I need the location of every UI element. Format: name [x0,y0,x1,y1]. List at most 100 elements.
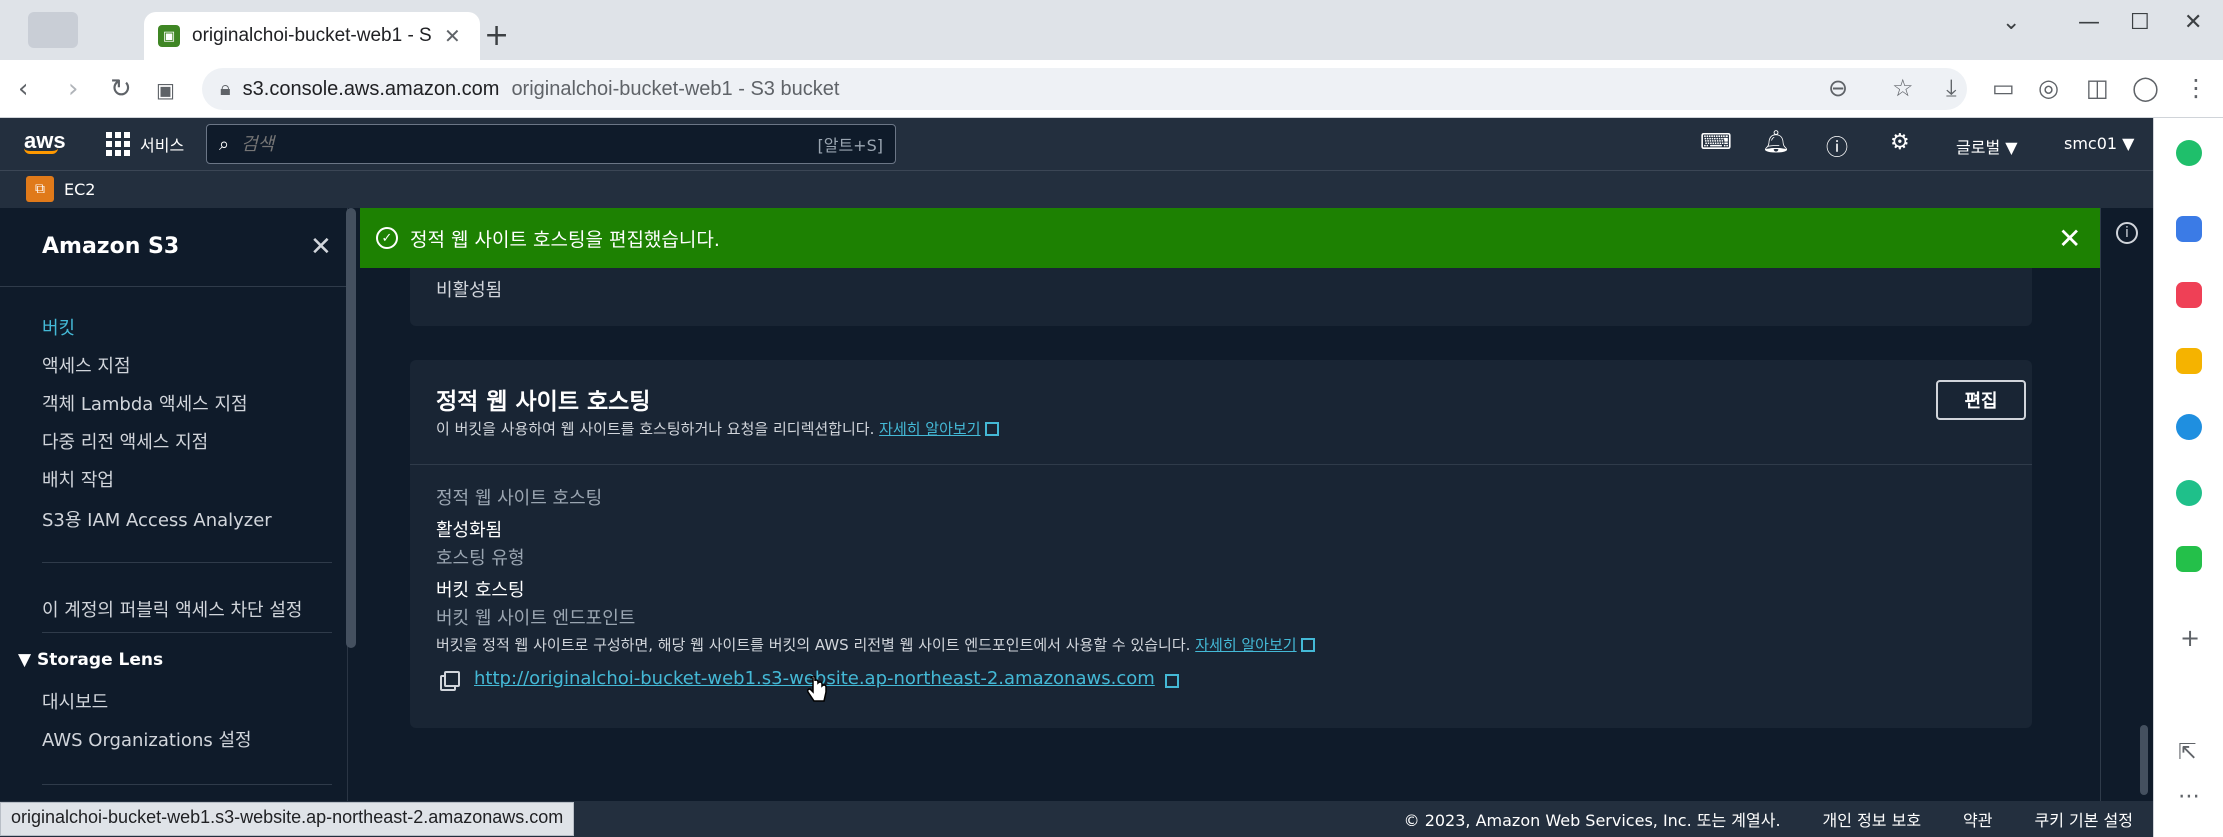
sidebar-item-iam-analyzer[interactable]: S3용 IAM Access Analyzer [42,506,272,532]
hosting-type-value: 버킷 호스팅 [436,580,525,601]
aws-logo-text: aws [24,128,66,153]
help-icon[interactable]: ⓘ [1826,130,1848,162]
endpoint-note-text: 버킷을 정적 웹 사이트로 구성하면, 해당 웹 사이트를 버킷의 AWS 리전… [436,636,1191,654]
sidebar-item-buckets[interactable]: 버킷 [42,314,75,340]
window-close-button[interactable]: ✕ [2184,10,2202,35]
search-input[interactable] [241,133,806,155]
ec2-favorite-link[interactable]: ⧉ EC2 [26,176,95,202]
media-player-icon[interactable] [2176,480,2202,506]
learn-more-link[interactable]: 자세히 알아보기 [879,420,980,438]
address-bar[interactable]: 🔒︎ s3.console.aws.amazon.com originalcho… [202,68,1967,110]
region-selector[interactable]: 글로벌 ▼ [1956,134,2018,158]
forward-icon[interactable]: › [68,74,78,104]
copy-icon[interactable] [444,670,460,687]
new-tab-button[interactable]: + [484,18,509,53]
storage-lens-section[interactable]: ▼ Storage Lens [18,650,163,670]
external-link-icon [984,422,999,436]
external-link-icon [1164,673,1179,688]
reload-icon[interactable]: ↻ [110,74,132,104]
split-view-icon[interactable]: ◫ [2086,74,2109,102]
browser-profile-art [28,12,78,48]
s3-favicon-icon: ▣ [158,25,180,47]
hosting-type-label: 호스팅 유형 [436,548,525,569]
tab-close-icon[interactable]: ✕ [444,24,461,48]
search-icon: ⌕ [219,133,230,155]
sidebar-item-multi-region[interactable]: 다중 리전 액세스 지점 [42,428,208,454]
media-icon[interactable]: ▭ [1992,74,2015,102]
url-host: s3.console.aws.amazon.com [242,77,500,100]
sidebar-divider [42,562,332,563]
sidebar-scrollbar[interactable] [346,208,356,648]
ec2-label: EC2 [64,179,96,199]
lock-icon: 🔒︎ [220,77,231,100]
endpoint-label: 버킷 웹 사이트 엔드포인트 [436,608,636,629]
endpoint-note: 버킷을 정적 웹 사이트로 구성하면, 해당 웹 사이트를 버킷의 AWS 리전… [436,634,1315,655]
sidebar-divider [0,286,348,287]
success-check-icon: ✓ [376,227,398,249]
aws-favorites-bar [0,170,2153,208]
minimize-button[interactable]: — [2078,10,2100,35]
hosting-status-label: 정적 웹 사이트 호스팅 [436,488,603,509]
storage-lens-title: Storage Lens [37,650,164,670]
profile-icon[interactable]: ◯ [2132,74,2159,102]
cloudshell-icon[interactable]: ⌨ [1700,130,1732,155]
sidebar-item-organizations[interactable]: AWS Organizations 설정 [42,726,252,752]
chat-app-icon[interactable] [2176,140,2202,166]
search-shortcut: [알트+S] [817,136,884,155]
tab-search-icon[interactable]: ⌄ [2002,10,2020,35]
sidebar-item-batch-ops[interactable]: 배치 작업 [42,466,114,492]
previous-property-card [410,268,2032,326]
sidebar-divider [42,784,332,785]
info-panel-icon[interactable]: i [2116,222,2138,244]
footer-cookies-link[interactable]: 쿠키 기본 설정 [2035,807,2134,831]
open-external-icon[interactable]: ⇱ [2178,740,2196,765]
screenshot-icon[interactable]: ◎ [2038,74,2059,102]
success-flash-banner: ✓ 정적 웹 사이트 호스팅을 편집했습니다. [360,208,2100,268]
back-icon[interactable]: ‹ [18,74,28,104]
star-app-icon[interactable] [2176,348,2202,374]
webtoon-icon[interactable] [2176,546,2202,572]
services-grid-icon [106,132,130,156]
services-menu[interactable]: 서비스 [106,132,184,156]
sidebar-item-object-lambda[interactable]: 객체 Lambda 액세스 지점 [42,390,248,416]
aws-search-box[interactable]: ⌕ [알트+S] [206,124,896,164]
external-link-icon [1300,638,1315,652]
maximize-button[interactable]: ☐ [2130,10,2150,35]
settings-gear-icon[interactable]: ⚙ [1890,130,1910,155]
main-scrollbar[interactable] [2140,725,2148,795]
browser-tab[interactable]: ▣ originalchoi-bucket-web1 - S3 b ✕ [144,12,480,60]
add-app-icon[interactable]: + [2180,624,2200,652]
sidebar-item-block-public-access[interactable]: 이 계정의 퍼블릭 액세스 차단 설정 [42,596,302,622]
card-description-text: 이 버킷을 사용하여 웹 사이트를 호스팅하거나 요청을 리디렉션합니다. [436,420,875,438]
aws-logo[interactable]: aws [24,128,66,154]
newsfeed-icon[interactable]: ▣ [156,78,175,102]
ec2-icon: ⧉ [26,176,54,202]
browser-menu-icon[interactable]: ⋮ [2184,74,2208,102]
browser-status-url: originalchoi-bucket-web1.s3-website.ap-n… [0,802,575,836]
footer-privacy-link[interactable]: 개인 정보 보호 [1823,807,1922,831]
card-description: 이 버킷을 사용하여 웹 사이트를 호스팅하거나 요청을 리디렉션합니다. 자세… [436,418,999,439]
hosting-status-value: 활성화됨 [436,520,503,541]
sidebar-item-dashboards[interactable]: 대시보드 [42,688,108,714]
tab-title: originalchoi-bucket-web1 - S3 b [192,25,432,46]
sidebar-title: Amazon S3 [42,234,180,259]
edit-button[interactable]: 편집 [1936,380,2026,420]
toolbox-icon[interactable] [2176,216,2202,242]
edge-app-icon[interactable] [2176,414,2202,440]
url-page-title: originalchoi-bucket-web1 - S3 bucket [511,77,840,100]
pocket-icon[interactable] [2176,282,2202,308]
notifications-icon[interactable]: 🔔︎ [1762,130,1790,155]
zoom-out-icon[interactable]: ⊖ [1828,74,1848,102]
download-icon[interactable]: ⤓ [1946,74,1957,102]
banner-close-icon[interactable]: ✕ [2058,222,2081,255]
sidebar-item-access-points[interactable]: 액세스 지점 [42,352,131,378]
sidebar-close-icon[interactable]: ✕ [310,232,332,262]
favorites-icon[interactable]: ☆ [1892,74,1914,102]
account-menu[interactable]: smc01 ▼ [2064,134,2134,153]
banner-message: 정적 웹 사이트 호스팅을 편집했습니다. [410,228,720,251]
sidebar-more-icon[interactable]: ⋯ [2178,784,2200,809]
card-divider [410,464,2032,465]
footer-terms-link[interactable]: 약관 [1963,807,1992,831]
endpoint-learn-more-link[interactable]: 자세히 알아보기 [1195,636,1296,654]
tools-panel-divider [2100,208,2101,801]
